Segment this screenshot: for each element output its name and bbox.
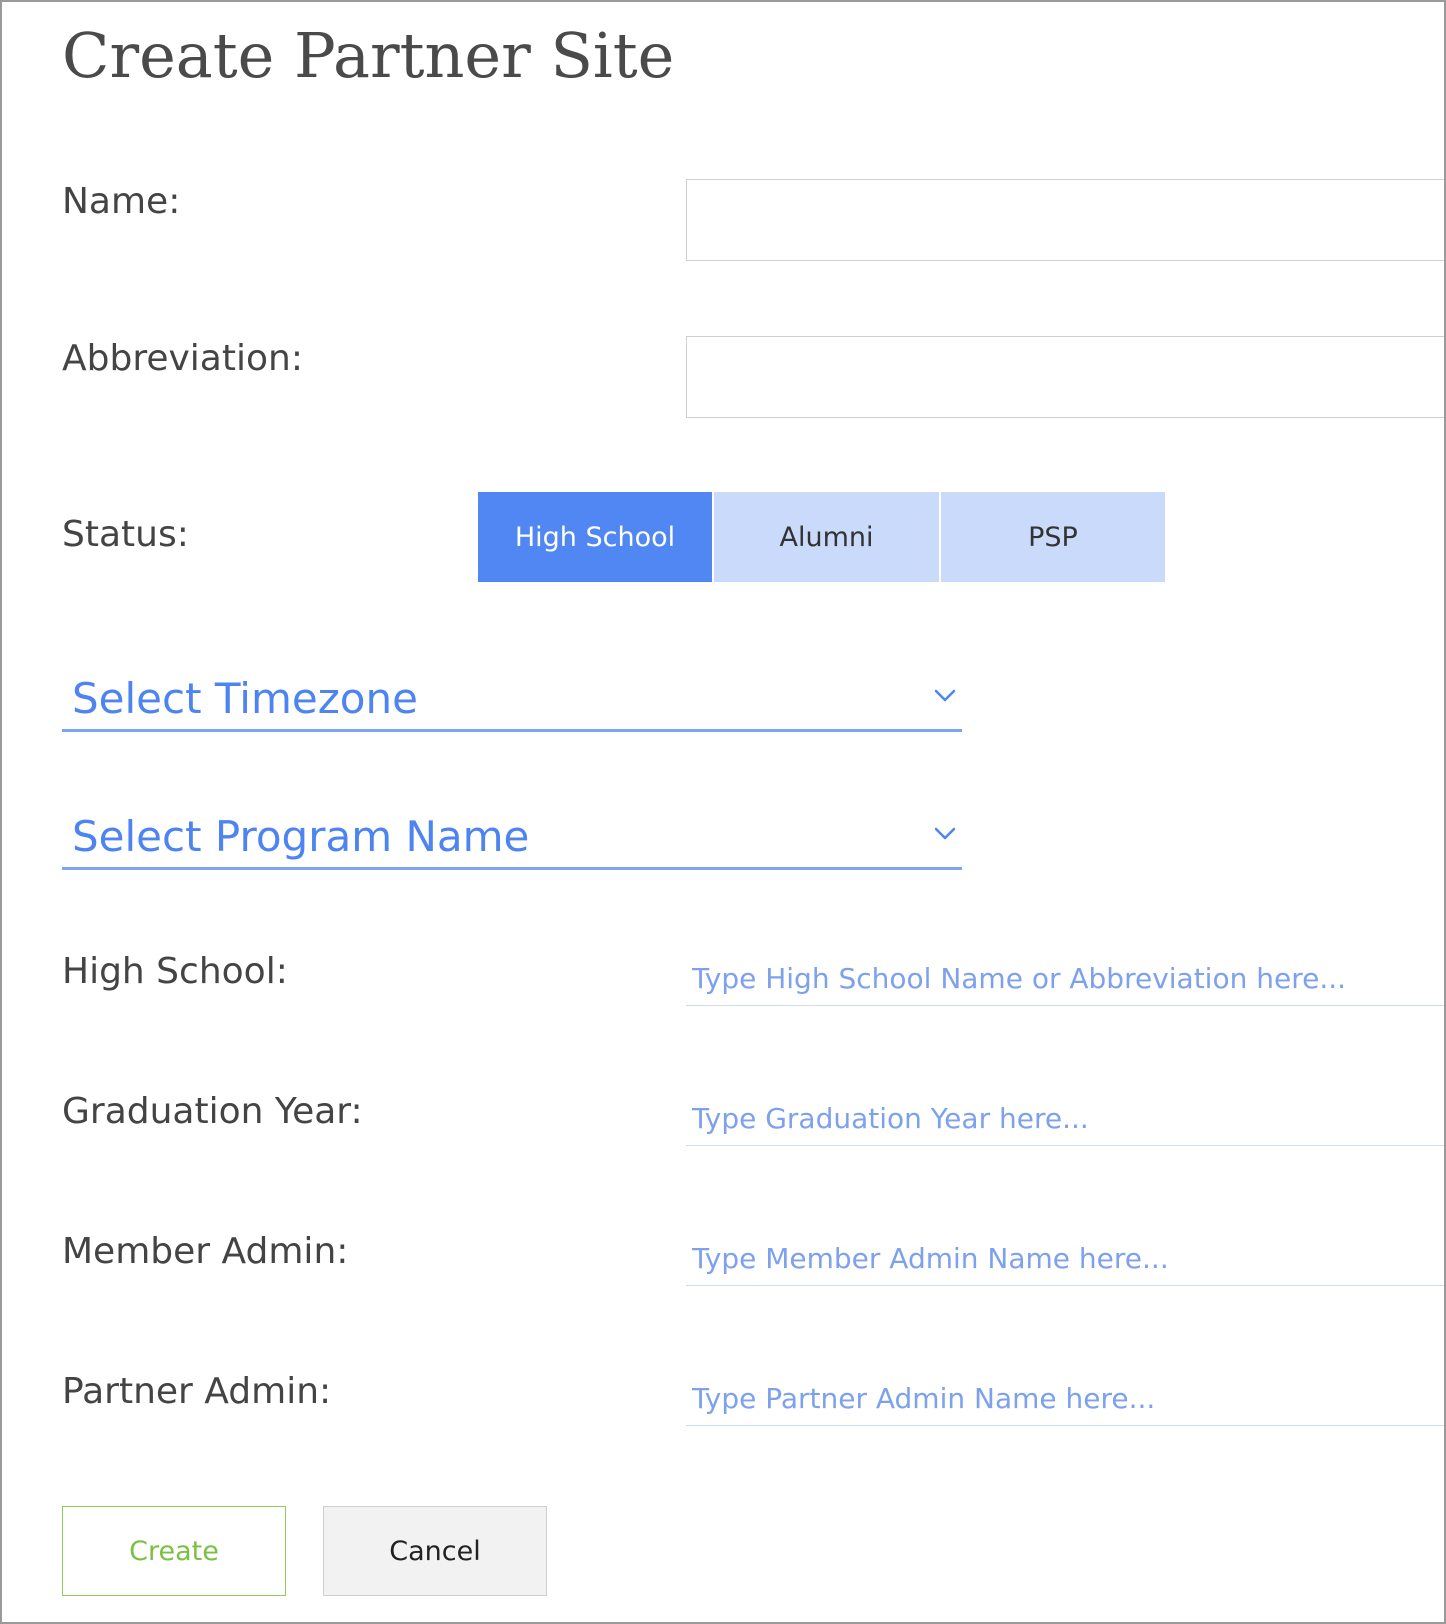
name-label: Name: <box>62 181 181 222</box>
create-partner-site-dialog: Create Partner Site Name: Abbreviation: … <box>0 0 1446 1624</box>
status-label: Status: <box>62 514 189 555</box>
graduation-year-label: Graduation Year: <box>62 1091 363 1132</box>
status-option-high-school[interactable]: High School <box>478 492 712 582</box>
member-admin-label: Member Admin: <box>62 1231 349 1272</box>
status-option-alumni[interactable]: Alumni <box>712 492 939 582</box>
status-option-psp[interactable]: PSP <box>939 492 1165 582</box>
graduation-year-input[interactable] <box>686 1092 1444 1146</box>
abbreviation-label: Abbreviation: <box>62 338 303 379</box>
member-admin-input[interactable] <box>686 1232 1444 1286</box>
program-name-select[interactable]: Select Program Name <box>62 808 962 870</box>
status-segmented-control: High School Alumni PSP <box>478 492 1165 582</box>
abbreviation-input[interactable] <box>686 336 1444 418</box>
timezone-select-text: Select Timezone <box>72 674 418 723</box>
name-input[interactable] <box>686 179 1444 261</box>
chevron-down-icon <box>934 827 956 840</box>
chevron-down-icon <box>934 689 956 702</box>
page-title: Create Partner Site <box>62 19 675 92</box>
high-school-label: High School: <box>62 951 288 992</box>
partner-admin-label: Partner Admin: <box>62 1371 332 1412</box>
partner-admin-input[interactable] <box>686 1372 1444 1426</box>
program-name-select-text: Select Program Name <box>72 812 530 861</box>
high-school-input[interactable] <box>686 952 1444 1006</box>
timezone-select[interactable]: Select Timezone <box>62 670 962 732</box>
cancel-button[interactable]: Cancel <box>323 1506 547 1596</box>
create-button[interactable]: Create <box>62 1506 286 1596</box>
